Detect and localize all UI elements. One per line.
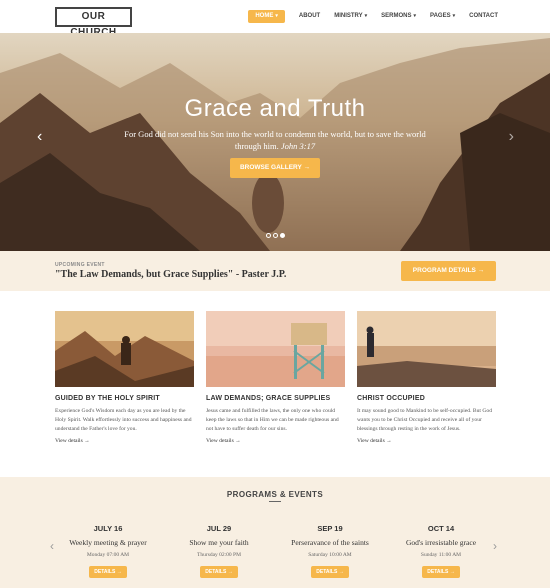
hero-slider: Grace and Truth For God did not send his… [0,33,550,251]
programs-section: PROGRAMS & EVENTS ‹ › JULY 16 Weekly mee… [0,477,550,588]
slider-next-icon[interactable]: › [509,128,514,146]
chevron-down-icon: ▾ [275,13,278,19]
event-details-button[interactable]: DETAILS → [422,566,460,578]
programs-title: PROGRAMS & EVENTS [226,490,324,499]
event-name: Weekly meeting & prayer [69,538,147,547]
slider-dot[interactable] [273,233,278,238]
card-law: LAW DEMANDS; GRACE SUPPLIES Jesus came a… [206,311,345,444]
feature-cards: GUIDED BY THE HOLY SPIRIT Experience God… [55,311,496,461]
view-details-link[interactable]: View details → [206,438,345,444]
view-details-link[interactable]: View details → [55,438,194,444]
event-time: Sunday 11:00 AM [420,552,462,558]
hero-title: Grace and Truth [184,95,366,122]
nav-pages[interactable]: PAGES ▾ [430,10,455,23]
event-date: JUL 29 [206,524,232,533]
card-text: Experience God's Wisdom each day as you … [55,408,192,432]
card-title: CHRIST OCCUPIED [357,395,425,402]
event-date: SEP 19 [317,524,343,533]
slider-dots [266,233,287,238]
site-logo[interactable]: OUR CHURCH [55,7,132,38]
event-time: Monday 07:00 AM [86,552,130,558]
nav-ministry[interactable]: MINISTRY ▾ [334,10,367,23]
browse-gallery-button[interactable]: BROWSE GALLERY → [230,158,320,178]
chevron-down-icon: ▾ [364,13,368,19]
events-next-icon[interactable]: › [493,539,497,553]
event-item: OCT 14 God's irresistable grace Sunday 1… [391,524,491,578]
event-name: Perseravance of the saints [291,538,369,547]
card-text: It may sound good to Mankind to be self-… [357,408,493,432]
slider-prev-icon[interactable]: ‹ [37,128,42,146]
event-date: JULY 16 [93,524,123,533]
hero-verse: For God did not send his Son into the wo… [124,129,426,151]
events-prev-icon[interactable]: ‹ [50,539,54,553]
card-image-lifeguard[interactable] [206,311,345,387]
slider-dot-active[interactable] [280,233,285,238]
event-details-button[interactable]: DETAILS → [89,566,127,578]
event-details-button[interactable]: DETAILS → [200,566,238,578]
event-item: JULY 16 Weekly meeting & prayer Monday 0… [58,524,158,578]
event-name: God's irresistable grace [405,538,477,547]
verse-reference: John 3:17 [280,141,316,151]
nav-home[interactable]: HOME ▾ [248,10,285,23]
slider-dot[interactable] [266,233,271,238]
event-details-button[interactable]: DETAILS → [311,566,349,578]
event-item: JUL 29 Show me your faith Thursday 02:00… [169,524,269,578]
card-image-hiker[interactable] [55,311,194,387]
site-header: OUR CHURCH HOME▾ ABOUT MINISTRY▾ SERMONS… [0,0,550,38]
event-date: OCT 14 [427,524,455,533]
upcoming-label: UPCOMING EVENT [55,262,105,268]
event-time: Thursday 02:00 PM [197,552,241,558]
view-details-link[interactable]: View details → [357,438,496,444]
nav-about[interactable]: ABOUT [299,10,320,23]
event-time: Saturday 10:00 AM [308,552,352,558]
upcoming-title: "The Law Demands, but Grace Supplies" - … [55,269,287,280]
card-text: Jesus came and fulfilled the laws, the o… [206,408,339,432]
card-guided: GUIDED BY THE HOLY SPIRIT Experience God… [55,311,194,444]
nav-sermons[interactable]: SERMONS ▾ [381,10,416,23]
nav-contact[interactable]: CONTACT [469,10,498,23]
upcoming-event-bar: UPCOMING EVENT "The Law Demands, but Gra… [0,251,550,291]
card-christ: CHRIST OCCUPIED It may sound good to Man… [357,311,496,444]
chevron-down-icon: ▾ [413,13,417,19]
event-item: SEP 19 Perseravance of the saints Saturd… [280,524,380,578]
chevron-down-icon: ▾ [452,13,456,19]
main-nav: HOME ▾ ABOUT MINISTRY ▾ SERMONS ▾ PAGES ▾ CO… [234,10,498,23]
title-divider [269,501,281,502]
card-title: LAW DEMANDS; GRACE SUPPLIES [206,395,331,402]
card-title: GUIDED BY THE HOLY SPIRIT [55,395,160,402]
event-name: Show me your faith [189,538,249,547]
program-details-button[interactable]: PROGRAM DETAILS → [401,261,496,281]
card-image-seashore[interactable] [357,311,496,387]
